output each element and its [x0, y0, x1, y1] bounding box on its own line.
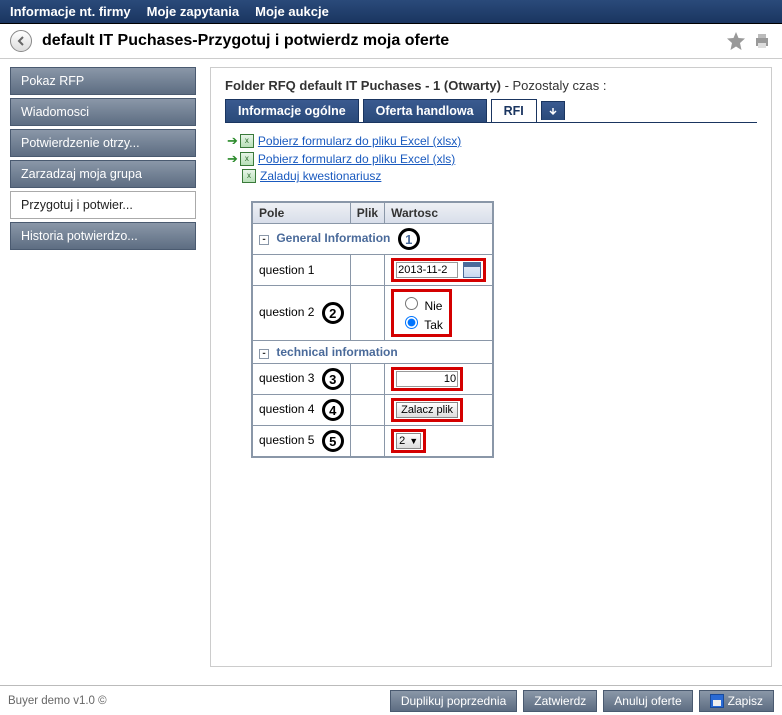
sidebar-item-confirmation[interactable]: Potwierdzenie otrzy... — [10, 129, 196, 157]
q2-label: question 2 2 — [252, 286, 350, 341]
q2-highlight: Nie Tak — [391, 289, 452, 337]
q3-highlight — [391, 367, 463, 391]
q4-label: question 4 4 — [252, 395, 350, 426]
sidebar: Pokaz RFP Wiadomosci Potwierdzenie otrzy… — [10, 67, 196, 253]
section-general-label: General Information — [276, 231, 390, 245]
excel-icon: x — [240, 134, 254, 148]
sidebar-item-manage-group[interactable]: Zarzadzaj moja grupa — [10, 160, 196, 188]
arrow-right-icon: ➔ — [227, 151, 238, 167]
download-xlsx-label: Pobierz formularz do pliku Excel (xlsx) — [258, 134, 461, 148]
sidebar-item-show-rfp[interactable]: Pokaz RFP — [10, 67, 196, 95]
q3-number-input[interactable] — [396, 371, 458, 387]
download-xlsx-link[interactable]: ➔ x Pobierz formularz do pliku Excel (xl… — [227, 133, 757, 149]
top-nav-bar: Informacje nt. firmy Moje zapytania Moje… — [0, 0, 782, 24]
chevron-down-icon: ▼ — [409, 436, 418, 446]
upload-questionnaire-link[interactable]: x Zaladuj kwestionariusz — [227, 169, 757, 183]
tab-strip: Informacje ogólne Oferta handlowa RFI — [225, 99, 757, 123]
duplicate-previous-button[interactable]: Duplikuj poprzednia — [390, 690, 517, 712]
download-links: ➔ x Pobierz formularz do pliku Excel (xl… — [227, 133, 757, 183]
folder-time-remaining: - Pozostaly czas : — [505, 78, 607, 93]
tab-more-arrow[interactable] — [541, 101, 565, 120]
cancel-offer-button[interactable]: Anuluj oferte — [603, 690, 692, 712]
save-icon — [710, 694, 724, 708]
save-button[interactable]: Zapisz — [699, 690, 774, 712]
upload-questionnaire-label: Zaladuj kwestionariusz — [260, 169, 381, 183]
nav-my-queries[interactable]: Moje zapytania — [147, 4, 239, 19]
nav-my-auctions[interactable]: Moje aukcje — [255, 4, 329, 19]
q4-highlight: Zalacz plik — [391, 398, 463, 422]
q3-label: question 3 3 — [252, 364, 350, 395]
attach-file-button[interactable]: Zalacz plik — [396, 402, 458, 418]
q1-highlight — [391, 258, 486, 282]
folder-title: Folder RFQ default IT Puchases - 1 (Otwa… — [225, 78, 501, 93]
confirm-button[interactable]: Zatwierdz — [523, 690, 597, 712]
q1-label: question 1 — [252, 255, 350, 286]
star-icon[interactable] — [726, 31, 746, 51]
arrow-left-icon — [15, 35, 27, 47]
sidebar-item-prepare-confirm[interactable]: Przygotuj i potwier... — [10, 191, 196, 219]
q2-radio-yes[interactable]: Tak — [400, 313, 443, 332]
section-general-info: - General Information 1 — [252, 224, 493, 255]
q5-select[interactable]: 2 ▼ — [396, 433, 421, 449]
section-technical-info: - technical information — [252, 341, 493, 364]
q5-select-value: 2 — [399, 435, 405, 447]
annotation-3: 3 — [322, 368, 344, 390]
arrow-right-icon: ➔ — [227, 133, 238, 149]
main-panel: Folder RFQ default IT Puchases - 1 (Otwa… — [210, 67, 772, 667]
q2-radio-no[interactable]: Nie — [400, 294, 443, 313]
questionnaire-table: Pole Plik Wartosc - General Information … — [251, 201, 494, 458]
annotation-4: 4 — [322, 399, 344, 421]
tab-rfi[interactable]: RFI — [491, 99, 537, 122]
footer-bar: Buyer demo v1.0 © Duplikuj poprzednia Za… — [0, 685, 782, 715]
section-technical-label: technical information — [276, 345, 397, 359]
folder-header: Folder RFQ default IT Puchases - 1 (Otwa… — [225, 78, 757, 93]
q5-label: question 5 5 — [252, 426, 350, 458]
version-label: Buyer demo v1.0 © — [8, 695, 107, 707]
annotation-2: 2 — [322, 302, 344, 324]
sidebar-item-history[interactable]: Historia potwierdzo... — [10, 222, 196, 250]
collapse-icon[interactable]: - — [259, 235, 269, 245]
nav-company-info[interactable]: Informacje nt. firmy — [10, 4, 131, 19]
print-icon[interactable] — [752, 31, 772, 51]
annotation-5: 5 — [322, 430, 344, 452]
q5-highlight: 2 ▼ — [391, 429, 426, 453]
tab-commercial-offer[interactable]: Oferta handlowa — [363, 99, 487, 122]
collapse-icon[interactable]: - — [259, 349, 269, 359]
col-wartosc: Wartosc — [385, 202, 494, 224]
sidebar-item-messages[interactable]: Wiadomosci — [10, 98, 196, 126]
annotation-1: 1 — [398, 228, 420, 250]
content-area: Pokaz RFP Wiadomosci Potwierdzenie otrzy… — [0, 59, 782, 679]
excel-icon: x — [242, 169, 256, 183]
save-button-label: Zapisz — [728, 694, 763, 708]
back-button[interactable] — [10, 30, 32, 52]
calendar-icon[interactable] — [463, 262, 481, 278]
page-title: default IT Puchases-Przygotuj i potwierd… — [42, 32, 720, 50]
arrow-down-icon — [548, 106, 558, 116]
excel-icon: x — [240, 152, 254, 166]
download-xls-link[interactable]: ➔ x Pobierz formularz do pliku Excel (xl… — [227, 151, 757, 167]
download-xls-label: Pobierz formularz do pliku Excel (xls) — [258, 152, 455, 166]
title-bar: default IT Puchases-Przygotuj i potwierd… — [0, 24, 782, 59]
col-plik: Plik — [350, 202, 384, 224]
q1-date-input[interactable] — [396, 262, 458, 278]
col-pole: Pole — [252, 202, 350, 224]
tab-general-info[interactable]: Informacje ogólne — [225, 99, 359, 122]
